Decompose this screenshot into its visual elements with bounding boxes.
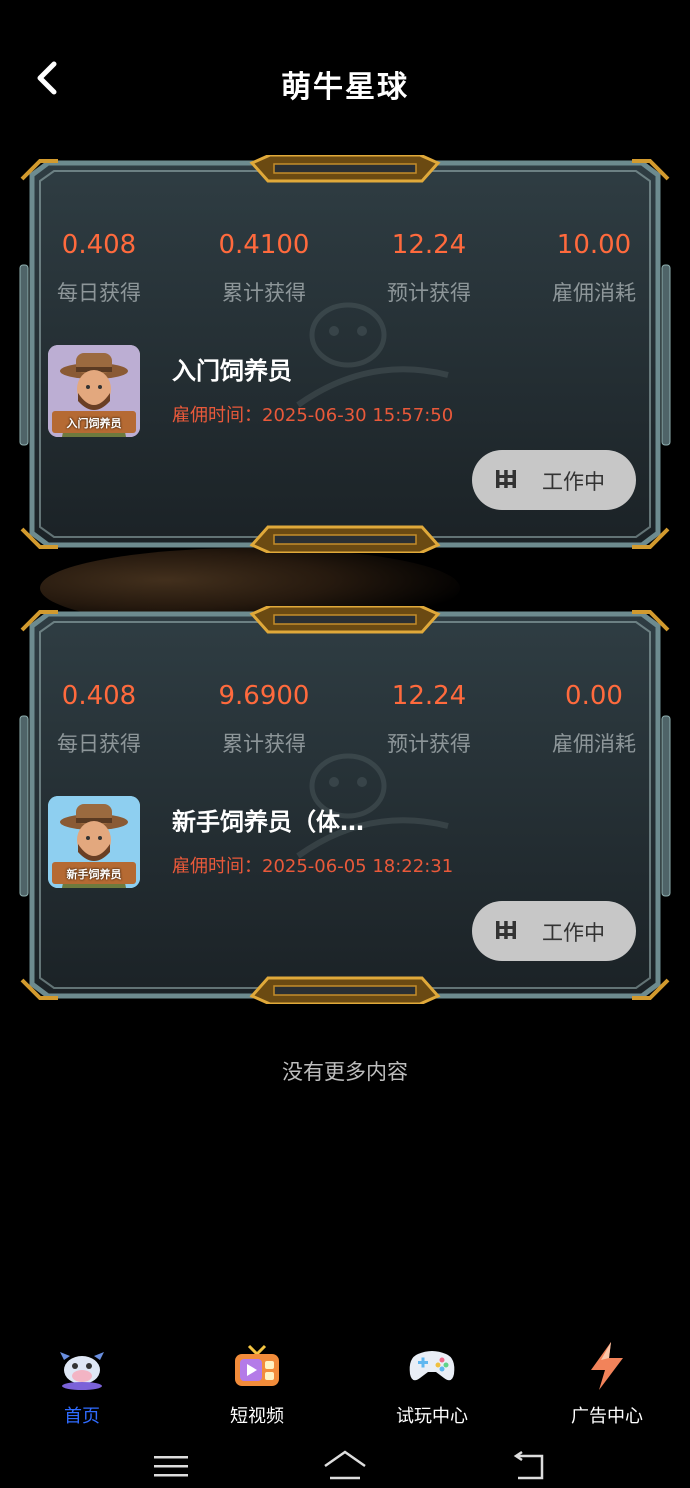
stats-row: 0.408 每日获得 0.4100 累计获得 12.24 预计获得 10.00 … xyxy=(18,225,672,315)
tab-ad-center[interactable]: 广告中心 xyxy=(547,1330,667,1428)
home-icon[interactable] xyxy=(320,1448,370,1484)
hire-time: 雇佣时间：2025-06-30 15:57:50 xyxy=(172,405,454,426)
stat-value: 12.24 xyxy=(391,681,467,711)
stat-value: 12.24 xyxy=(391,230,467,260)
stat-value: 0.408 xyxy=(61,681,137,711)
worker-avatar: 新手饲养员 xyxy=(48,796,140,888)
stat-value: 0.408 xyxy=(61,230,137,260)
lightning-icon xyxy=(591,1342,623,1390)
system-navigation-bar xyxy=(0,1440,690,1488)
working-status-button[interactable]: 工作中 xyxy=(472,901,636,961)
menu-icon[interactable] xyxy=(146,1448,196,1484)
worker-card: 0.408 每日获得 0.4100 累计获得 12.24 预计获得 10.00 … xyxy=(18,155,672,553)
stat-total: 9.6900 累计获得 xyxy=(189,676,339,764)
avatar-tag: 新手饲养员 xyxy=(66,868,122,881)
stat-daily: 0.408 每日获得 xyxy=(24,676,174,764)
app-header: 萌牛星球 xyxy=(0,0,690,160)
stat-label: 每日获得 xyxy=(57,281,141,305)
stat-label: 累计获得 xyxy=(222,732,306,756)
avatar-tag: 入门饲养员 xyxy=(66,417,122,430)
worker-name: 新手饲养员（体… xyxy=(172,808,364,836)
tab-home[interactable]: 首页 xyxy=(22,1330,142,1428)
stat-label: 预计获得 xyxy=(387,732,471,756)
stat-cost: 0.00 雇佣消耗 xyxy=(519,676,669,764)
tab-label: 广告中心 xyxy=(571,1406,643,1427)
cow-mascot-icon xyxy=(60,1352,104,1390)
stat-expected: 12.24 预计获得 xyxy=(354,225,504,313)
stat-cost: 10.00 雇佣消耗 xyxy=(519,225,669,313)
stat-daily: 0.408 每日获得 xyxy=(24,225,174,313)
stat-label: 预计获得 xyxy=(387,281,471,305)
tab-label: 短视频 xyxy=(230,1406,284,1427)
fence-icon xyxy=(496,921,516,939)
stat-value: 10.00 xyxy=(556,230,632,260)
stat-label: 雇佣消耗 xyxy=(552,732,636,756)
bottom-tab-bar: 首页 短视频 试玩中心 广告中心 xyxy=(0,1330,690,1430)
tab-short-video[interactable]: 短视频 xyxy=(197,1330,317,1428)
stats-row: 0.408 每日获得 9.6900 累计获得 12.24 预计获得 0.00 雇… xyxy=(18,676,672,766)
tv-icon xyxy=(235,1344,279,1386)
no-more-content: 没有更多内容 xyxy=(282,1060,408,1084)
fence-icon xyxy=(496,470,516,488)
stat-value: 9.6900 xyxy=(218,681,310,711)
back-icon[interactable] xyxy=(504,1448,554,1484)
gamepad-icon xyxy=(409,1351,455,1381)
status-label: 工作中 xyxy=(542,470,605,494)
tab-trial-center[interactable]: 试玩中心 xyxy=(372,1330,492,1428)
stat-total: 0.4100 累计获得 xyxy=(189,225,339,313)
hire-time: 雇佣时间：2025-06-05 18:22:31 xyxy=(172,856,454,877)
working-status-button[interactable]: 工作中 xyxy=(472,450,636,510)
tab-label: 首页 xyxy=(64,1406,100,1427)
tab-label: 试玩中心 xyxy=(396,1406,468,1427)
stat-expected: 12.24 预计获得 xyxy=(354,676,504,764)
worker-avatar: 入门饲养员 xyxy=(48,345,140,437)
page-title: 萌牛星球 xyxy=(281,70,409,105)
stat-value: 0.4100 xyxy=(218,230,310,260)
stat-label: 雇佣消耗 xyxy=(552,281,636,305)
stat-label: 累计获得 xyxy=(222,281,306,305)
worker-name: 入门饲养员 xyxy=(172,357,292,385)
stat-value: 0.00 xyxy=(565,681,623,711)
worker-card: 0.408 每日获得 9.6900 累计获得 12.24 预计获得 0.00 雇… xyxy=(18,606,672,1004)
status-label: 工作中 xyxy=(542,921,605,945)
stat-label: 每日获得 xyxy=(57,732,141,756)
